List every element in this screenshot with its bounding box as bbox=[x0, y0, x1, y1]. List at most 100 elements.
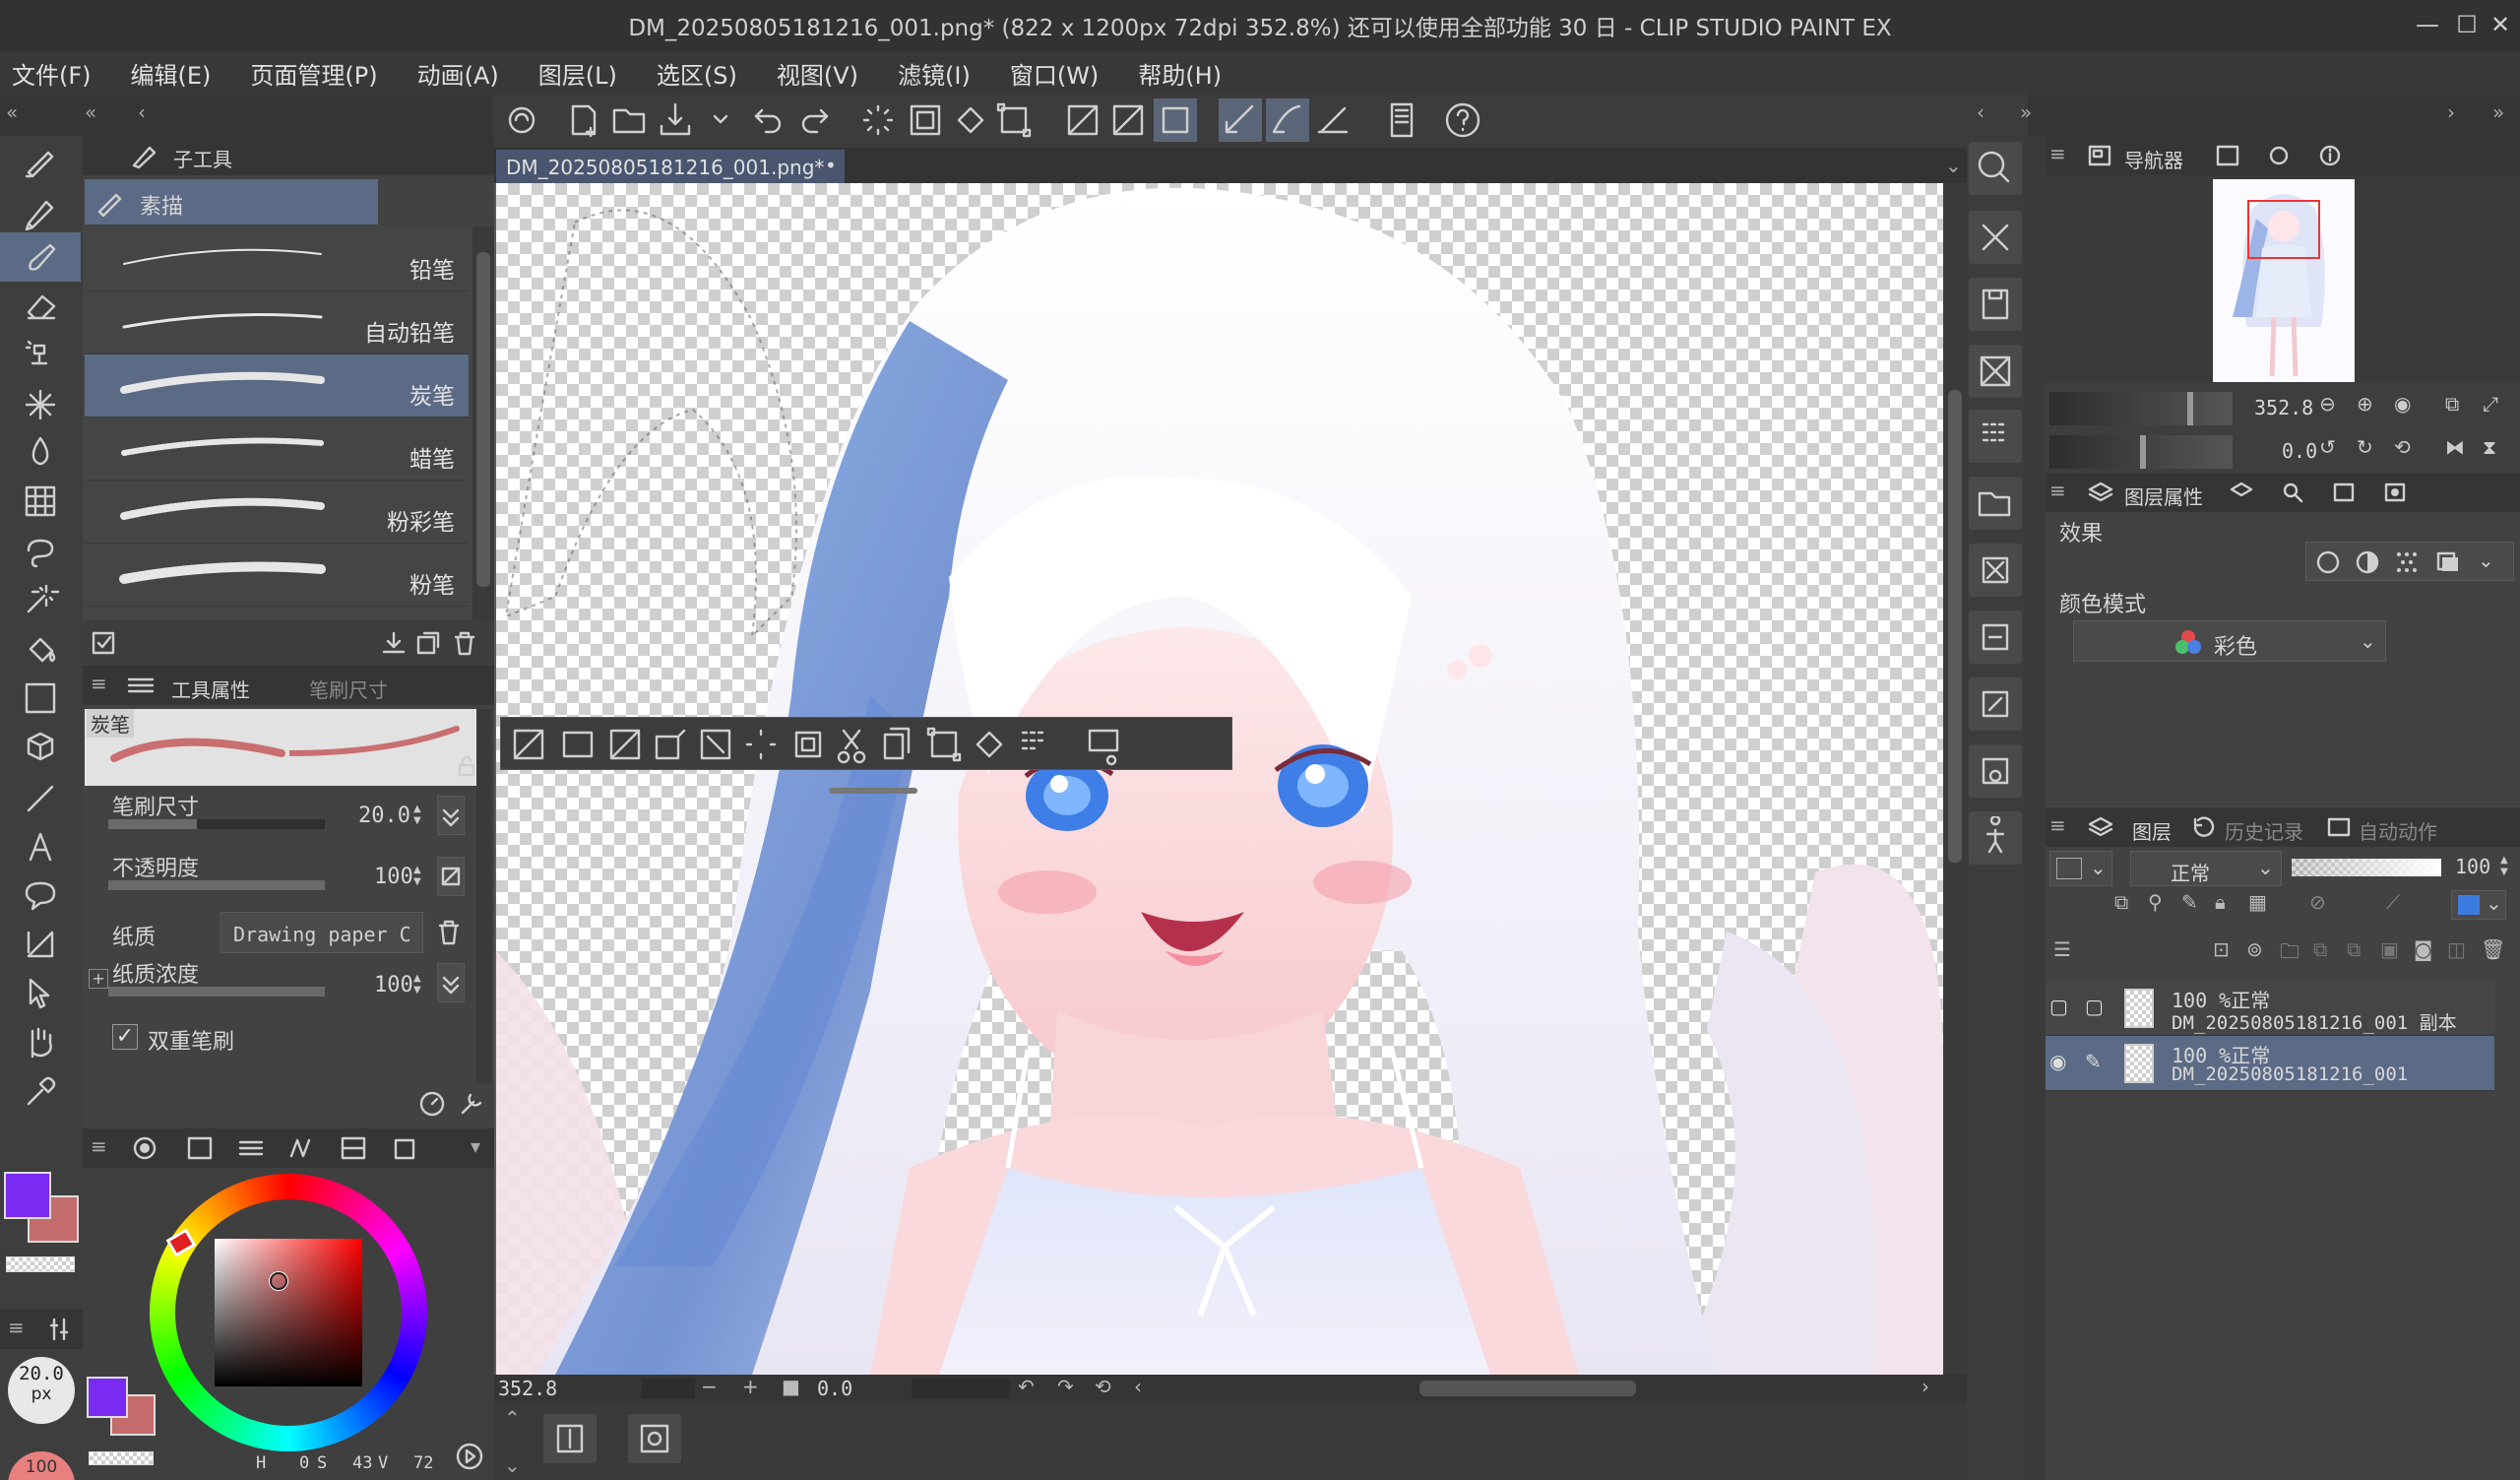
material-icon[interactable] bbox=[2266, 144, 2292, 167]
menu-view[interactable]: 视图(V) bbox=[777, 56, 858, 91]
search-icon[interactable] bbox=[2280, 481, 2305, 504]
new-raster-layer-icon[interactable]: ⊡ bbox=[2213, 937, 2230, 961]
subtool-tab[interactable]: 子工具 bbox=[173, 144, 232, 172]
layer-thumbnail[interactable] bbox=[2124, 989, 2154, 1028]
navigator-rotation-slider[interactable] bbox=[2049, 435, 2233, 469]
zoom-out-icon[interactable]: − bbox=[701, 1375, 718, 1398]
effect-dropdown-icon[interactable]: ⌄ bbox=[2478, 548, 2494, 572]
lock-icon[interactable] bbox=[455, 754, 478, 778]
color-mode-select[interactable]: 彩色 ⌄ bbox=[2073, 620, 2386, 662]
tool-property-tab[interactable]: 工具属性 bbox=[171, 675, 250, 703]
tool-eraser[interactable] bbox=[0, 280, 81, 329]
layer-opacity-spinner[interactable]: ▲ ▼ bbox=[2500, 855, 2508, 878]
brush-size-slider[interactable] bbox=[108, 819, 325, 829]
menu-selection[interactable]: 选区(S) bbox=[657, 56, 737, 91]
show-selection-button[interactable] bbox=[1154, 98, 1197, 142]
scroll-left-icon[interactable]: ‹ bbox=[1134, 1375, 1142, 1398]
tool-decoration[interactable] bbox=[0, 380, 81, 429]
selection-box-button[interactable] bbox=[553, 719, 602, 770]
figure-button[interactable] bbox=[1969, 811, 2022, 865]
subtool-settings-icon[interactable] bbox=[91, 630, 118, 656]
fill-selection-button[interactable] bbox=[949, 98, 992, 142]
quick-access-icon[interactable] bbox=[2382, 481, 2408, 504]
new-button[interactable] bbox=[563, 98, 606, 142]
opacity-value[interactable]: 100 bbox=[374, 865, 413, 889]
merge-button[interactable] bbox=[1969, 544, 2022, 597]
reset-rotation-icon[interactable]: ⟲ bbox=[1095, 1375, 1111, 1398]
nav-flip-horizontal-icon[interactable]: ⧓ bbox=[2445, 435, 2465, 459]
deselect-button[interactable] bbox=[504, 719, 553, 770]
nav-fill-icon[interactable]: ⤢ bbox=[2483, 392, 2498, 416]
tool-brush[interactable] bbox=[0, 232, 81, 282]
delete-layer-icon[interactable]: 🗑︎ bbox=[2481, 937, 2505, 961]
brush-size-dynamics-button[interactable] bbox=[437, 796, 465, 835]
intermediate-color-tab-icon[interactable] bbox=[287, 1134, 317, 1162]
nav-reset-rotation-icon[interactable]: ⟲ bbox=[2394, 435, 2411, 459]
maximize-button[interactable]: ☐ bbox=[2449, 6, 2485, 43]
apply-mask-icon[interactable]: ▣ bbox=[2380, 937, 2399, 961]
nav-rotate-left-icon[interactable]: ↺ bbox=[2319, 435, 2336, 459]
border-effect-icon[interactable] bbox=[2314, 548, 2342, 576]
canvas-document[interactable] bbox=[496, 183, 1943, 1375]
close-button[interactable]: ✕ bbox=[2483, 6, 2518, 43]
tool-eyedropper[interactable] bbox=[0, 1067, 81, 1117]
navigator-tab[interactable]: 导航器 bbox=[2124, 145, 2183, 173]
color-set-tab-icon[interactable] bbox=[236, 1134, 266, 1162]
pencil-icon[interactable]: ✎ bbox=[2085, 1050, 2102, 1073]
reference-layer-icon[interactable]: ⚲ bbox=[2148, 890, 2163, 914]
tone-icon[interactable] bbox=[2393, 548, 2421, 576]
new-vector-layer-icon[interactable]: ⊚ bbox=[2246, 937, 2263, 961]
navigator-zoom-slider[interactable] bbox=[2049, 392, 2233, 425]
edit-button[interactable] bbox=[1969, 677, 2022, 731]
lock-transparency-icon[interactable]: ▦ bbox=[2248, 890, 2267, 914]
layer-row[interactable]: ▢ ▢ 100 %正常 DM_20250805181216_001 副本 bbox=[2046, 981, 2494, 1036]
menu-file[interactable]: 文件(F) bbox=[12, 56, 92, 91]
layer-menu-icon[interactable]: ☰ bbox=[2053, 937, 2071, 961]
lock-layer-icon[interactable]: 🔒︎ bbox=[2215, 890, 2226, 914]
tool-balloon[interactable] bbox=[0, 870, 81, 920]
save-layer-button[interactable] bbox=[1969, 278, 2022, 331]
opacity-spinner[interactable]: ▲ ▼ bbox=[413, 865, 421, 888]
menu-edit[interactable]: 编辑(E) bbox=[131, 56, 212, 91]
brush-item[interactable]: 铅笔 bbox=[85, 228, 469, 291]
copy-paste-button[interactable] bbox=[874, 719, 923, 770]
frame-button[interactable] bbox=[543, 1414, 597, 1463]
nav-rotate-right-icon[interactable]: ↻ bbox=[2357, 435, 2373, 459]
tool-property-scrollbar[interactable] bbox=[476, 709, 492, 1083]
wrench-icon[interactable] bbox=[457, 1089, 486, 1119]
eye-icon[interactable]: ◉ bbox=[2049, 1050, 2066, 1073]
color-slider-tab-icon[interactable] bbox=[185, 1134, 215, 1162]
ruler-enable-icon[interactable]: ⟋ bbox=[2386, 890, 2400, 914]
clip-icon[interactable]: ⧉ bbox=[2114, 890, 2128, 914]
brush-item[interactable]: 粉笔 bbox=[85, 544, 469, 607]
tone-button[interactable] bbox=[1969, 410, 2022, 463]
tool-airbrush[interactable] bbox=[0, 329, 81, 378]
capture-button[interactable] bbox=[1969, 744, 2022, 798]
menu-layer[interactable]: 图层(L) bbox=[538, 56, 617, 91]
tool-blend[interactable] bbox=[0, 427, 81, 477]
fill-button[interactable] bbox=[965, 719, 1014, 770]
tool-fill[interactable] bbox=[0, 626, 81, 676]
draft-layer-icon[interactable]: ✎ bbox=[2181, 890, 2198, 914]
menu-filter[interactable]: 滤镜(I) bbox=[898, 56, 971, 91]
tool-frame[interactable] bbox=[0, 920, 81, 969]
info-icon[interactable] bbox=[2317, 144, 2343, 167]
layers-tab[interactable]: 图层 bbox=[2132, 816, 2172, 845]
rotate-left-icon[interactable]: ↶ bbox=[1018, 1375, 1035, 1398]
gauge-icon[interactable] bbox=[417, 1089, 447, 1119]
brush-item[interactable]: 自动铅笔 bbox=[85, 291, 469, 354]
mask-enable-icon[interactable]: ⊘ bbox=[2309, 890, 2326, 914]
fit-window-icon[interactable]: ■ bbox=[782, 1375, 800, 1398]
zoom-slider[interactable] bbox=[642, 1379, 695, 1398]
snap-ruler-button[interactable] bbox=[1219, 98, 1262, 142]
brush-item[interactable]: 蜡笔 bbox=[85, 418, 469, 481]
open-button[interactable] bbox=[608, 98, 652, 142]
canvas-zoom-value[interactable]: 352.8 bbox=[498, 1377, 557, 1400]
export-button[interactable] bbox=[1969, 611, 2022, 664]
tool-grid[interactable] bbox=[0, 477, 81, 526]
apply-mask-layer-icon[interactable]: ◫ bbox=[2447, 937, 2466, 961]
redo-button[interactable] bbox=[793, 98, 837, 142]
deselect-button[interactable] bbox=[1061, 98, 1104, 142]
clear-button[interactable] bbox=[736, 719, 786, 770]
delete-subtool-icon[interactable] bbox=[451, 630, 478, 656]
